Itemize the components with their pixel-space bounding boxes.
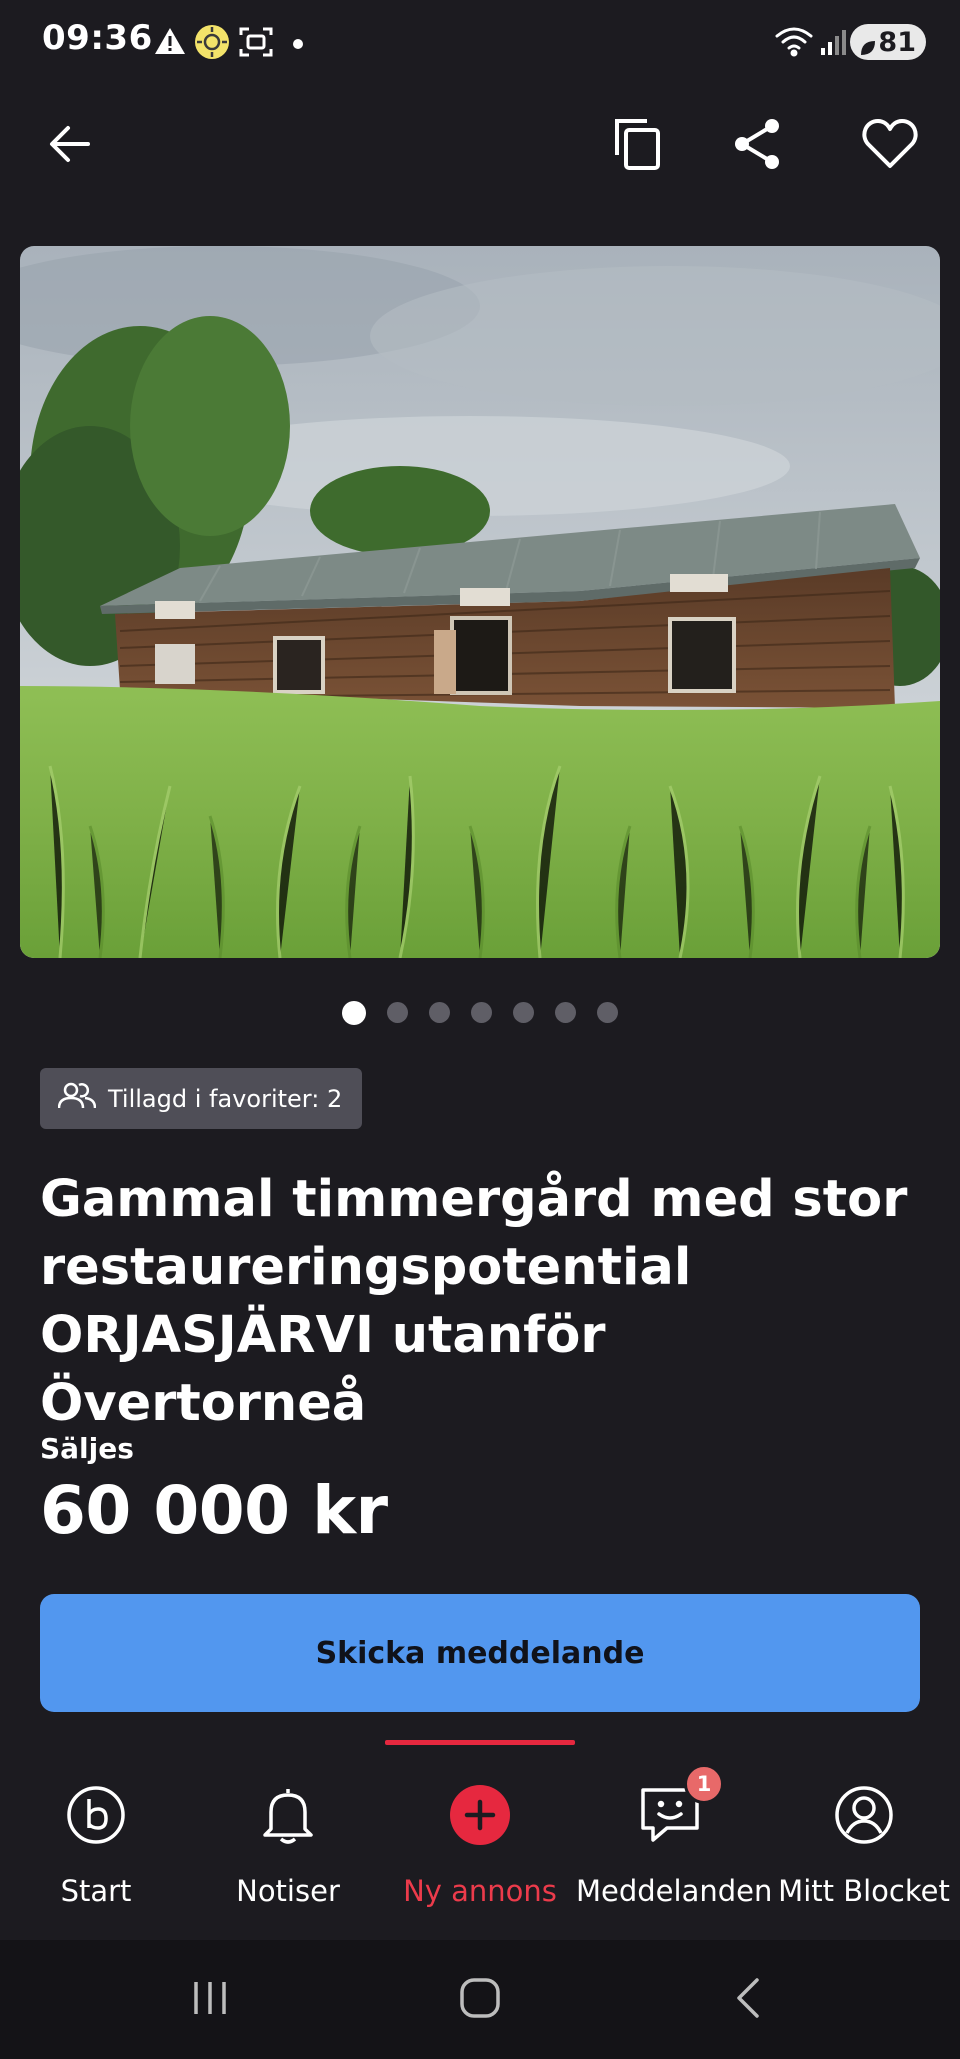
top-app-bar [0, 84, 960, 212]
pager-dot-active[interactable] [342, 1001, 366, 1025]
home-icon [458, 1976, 502, 2024]
nav-item-ny-annons[interactable]: Ny annons [384, 1740, 576, 1940]
wifi-icon [774, 24, 814, 62]
favorites-count-badge: Tillagd i favoriter: 2 [40, 1068, 363, 1129]
pager-dot[interactable] [429, 1002, 450, 1023]
copy-button[interactable] [598, 106, 678, 186]
system-back-button[interactable] [708, 1970, 788, 2030]
nav-item-label: Ny annons [403, 1874, 557, 1908]
recent-apps-button[interactable] [170, 1970, 250, 2030]
pager-dot[interactable] [555, 1002, 576, 1023]
favorite-button[interactable] [850, 106, 930, 186]
nav-item-notiser[interactable]: Notiser [192, 1740, 384, 1940]
listing-page: 09:36 81 Tillagd i favoriter: 2 Gammal t… [0, 0, 960, 2059]
listing-title: Gammal timmergård med stor restaurerings… [40, 1166, 920, 1438]
listing-photo[interactable] [20, 246, 940, 958]
favorites-count-text: Tillagd i favoriter: 2 [108, 1084, 343, 1113]
image-pager[interactable] [0, 1001, 960, 1025]
barn-photo-illustration [20, 246, 940, 958]
nav-item-mitt-blocket[interactable]: Mitt Blocket [768, 1740, 960, 1940]
back-arrow-icon [48, 124, 92, 168]
nav-item-label: Notiser [236, 1874, 340, 1908]
unread-messages-badge: 1 [684, 1764, 724, 1804]
listing-title-line: Gammal timmergård med stor [40, 1170, 908, 1229]
recent-apps-icon [190, 1978, 230, 2022]
system-navigation-bar [0, 1940, 960, 2059]
pager-dot[interactable] [387, 1002, 408, 1023]
pager-dot[interactable] [597, 1002, 618, 1023]
blocket-b-icon [61, 1780, 131, 1850]
status-bar: 09:36 81 [0, 0, 960, 84]
battery-level: 81 [878, 26, 916, 58]
sun-app-icon [194, 24, 230, 64]
nav-item-label: Meddelanden [576, 1874, 773, 1908]
send-message-button[interactable]: Skicka meddelande [40, 1594, 920, 1712]
chevron-left-icon [733, 1976, 763, 2024]
home-button[interactable] [440, 1970, 520, 2030]
bottom-navigation: Start Notiser Ny annons 1 Meddelanden Mi… [0, 1740, 960, 1940]
users-icon [57, 1082, 97, 1116]
listing-title-line: ORJASJÄRVI utanför Övertorneå [40, 1306, 606, 1433]
signal-icon [820, 28, 848, 60]
bell-icon [253, 1780, 323, 1850]
dot-icon [292, 35, 304, 54]
nav-item-label: Mitt Blocket [778, 1874, 950, 1908]
listing-title-line: restaureringspotential [40, 1238, 692, 1297]
nav-item-start[interactable]: Start [0, 1740, 192, 1940]
listing-price: 60 000 kr [40, 1472, 388, 1549]
profile-icon [829, 1780, 899, 1850]
battery-saver-icon [859, 33, 877, 64]
battery-indicator: 81 [850, 24, 926, 60]
nav-item-label: Start [60, 1874, 132, 1908]
back-button[interactable] [30, 106, 110, 186]
warning-icon [154, 26, 186, 60]
share-icon [732, 117, 782, 175]
heart-icon [862, 118, 918, 174]
pager-dot[interactable] [471, 1002, 492, 1023]
pager-dot[interactable] [513, 1002, 534, 1023]
copy-icon [613, 117, 663, 175]
nav-item-meddelanden[interactable]: 1 Meddelanden [576, 1740, 773, 1940]
screenshot-icon [238, 24, 274, 64]
sale-type-label: Säljes [40, 1432, 134, 1465]
status-time: 09:36 [42, 18, 153, 58]
plus-circle-icon [445, 1780, 515, 1850]
share-button[interactable] [717, 106, 797, 186]
